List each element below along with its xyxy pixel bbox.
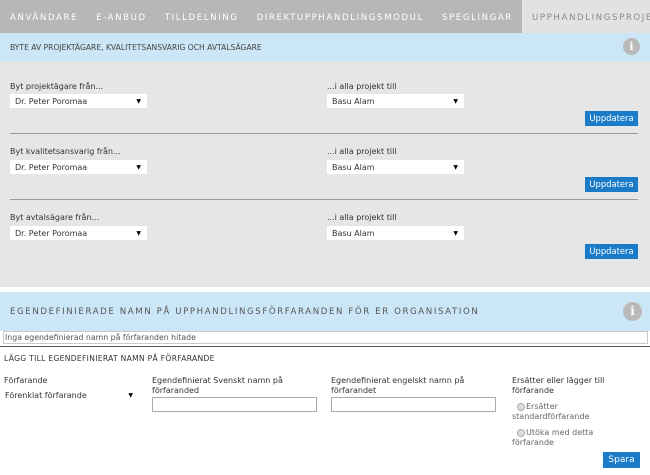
select-value: Dr. Peter Poromaa	[15, 97, 88, 106]
divider	[10, 133, 638, 134]
select-value: Basu Alam	[332, 163, 375, 172]
replace-radio-label-line1: Ersätter	[526, 402, 558, 411]
top-navigation: ANVÄNDARE E-ANBUD TILLDELNING DIREKTUPPH…	[0, 0, 650, 33]
swedish-name-label: Egendefinierat Svenskt namn på förfarand…	[152, 376, 283, 396]
swedish-name-label-line2: förfaranded	[152, 386, 200, 395]
replace-radio-label: Ersätter standardförfarande	[512, 402, 589, 422]
mode-label: Ersätter eller lägger till förfarande	[512, 376, 604, 396]
english-name-label-line1: Egendefinierat engelskt namn på	[331, 376, 465, 385]
select-value: Basu Alam	[332, 229, 375, 238]
extend-radio-label-line1: Utöka med detta	[526, 428, 594, 437]
select-value: Dr. Peter Poromaa	[15, 163, 88, 172]
add-procedure-title: LÄGG TILL EGENDEFINIERAT NAMN PÅ FÖRFARA…	[4, 354, 215, 363]
update-quality-owner-button[interactable]: Uppdatera	[585, 177, 638, 192]
divider	[10, 199, 638, 200]
procedure-select[interactable]: Förenklat förfarande ▼	[4, 389, 137, 403]
tab-direktupphandlingsmodul[interactable]: DIREKTUPPHANDLINGSMODUL	[248, 0, 433, 33]
caret-down-icon: ▼	[136, 98, 141, 105]
replace-radio-label-line2: standardförfarande	[512, 412, 590, 421]
owner-change-panel: Byt projektägare från... Dr. Peter Porom…	[0, 61, 650, 287]
project-owner-from-label: Byt projektägare från...	[10, 82, 104, 91]
caret-down-icon: ▼	[453, 98, 458, 105]
tab-speglingar[interactable]: SPEGLINGAR	[433, 0, 522, 33]
procedure-label: Förfarande	[4, 376, 48, 385]
tab-anvandare[interactable]: ANVÄNDARE	[0, 0, 87, 33]
section-header-custom-procedures: EGENDEFINIERADE NAMN PÅ UPPHANDLINGSFÖRF…	[0, 292, 650, 331]
tab-upphandlingsprojekt[interactable]: UPPHANDLINGSPROJEKT	[521, 0, 650, 33]
quality-owner-to-label: ...i alla projekt till	[327, 147, 397, 156]
tab-tilldelning[interactable]: TILLDELNING	[156, 0, 248, 33]
info-icon[interactable]: i	[623, 38, 640, 55]
english-name-label: Egendefinierat engelskt namn på förfaran…	[331, 376, 464, 396]
mode-label-line1: Ersätter eller lägger till	[512, 376, 605, 385]
divider	[0, 346, 650, 347]
contract-owner-from-label: Byt avtalsägare från...	[10, 213, 100, 222]
extend-radio-label: Utöka med detta förfarande	[512, 428, 593, 448]
english-name-input[interactable]	[331, 397, 496, 412]
project-owner-from-select[interactable]: Dr. Peter Poromaa ▼	[10, 94, 147, 108]
extend-radio-label-line2: förfarande	[512, 438, 554, 447]
select-value: Dr. Peter Poromaa	[15, 229, 88, 238]
empty-procedures-message: Inga egendefinierad namn på förfaranden …	[3, 331, 648, 344]
caret-down-icon: ▼	[136, 164, 141, 171]
info-icon[interactable]: i	[623, 302, 642, 321]
tab-e-anbud[interactable]: E-ANBUD	[87, 0, 156, 33]
section-header-owner-change: BYTE AV PROJEKTÄGARE, KVALITETSANSVARIG …	[0, 33, 650, 61]
quality-owner-to-select[interactable]: Basu Alam ▼	[327, 160, 464, 174]
section-title: EGENDEFINIERADE NAMN PÅ UPPHANDLINGSFÖRF…	[10, 307, 480, 317]
caret-down-icon: ▼	[453, 230, 458, 237]
update-contract-owner-button[interactable]: Uppdatera	[585, 244, 638, 259]
project-owner-to-select[interactable]: Basu Alam ▼	[327, 94, 464, 108]
english-name-label-line2: förfarandet	[331, 386, 377, 395]
caret-down-icon: ▼	[136, 230, 141, 237]
save-button[interactable]: Spara	[603, 452, 640, 468]
contract-owner-to-label: ...i alla projekt till	[327, 213, 397, 222]
update-project-owner-button[interactable]: Uppdatera	[585, 111, 638, 126]
swedish-name-label-line1: Egendefinierat Svenskt namn på	[152, 376, 283, 385]
select-value: Basu Alam	[332, 97, 375, 106]
section-title: BYTE AV PROJEKTÄGARE, KVALITETSANSVARIG …	[10, 43, 262, 52]
quality-owner-from-label: Byt kvalitetsansvarig från...	[10, 147, 121, 156]
contract-owner-to-select[interactable]: Basu Alam ▼	[327, 226, 464, 240]
select-value: Förenklat förfarande	[5, 391, 87, 400]
caret-down-icon: ▼	[128, 392, 133, 399]
swedish-name-input[interactable]	[152, 397, 317, 412]
caret-down-icon: ▼	[453, 164, 458, 171]
quality-owner-from-select[interactable]: Dr. Peter Poromaa ▼	[10, 160, 147, 174]
mode-label-line2: förfarande	[512, 386, 554, 395]
contract-owner-from-select[interactable]: Dr. Peter Poromaa ▼	[10, 226, 147, 240]
project-owner-to-label: ...i alla projekt till	[327, 82, 397, 91]
